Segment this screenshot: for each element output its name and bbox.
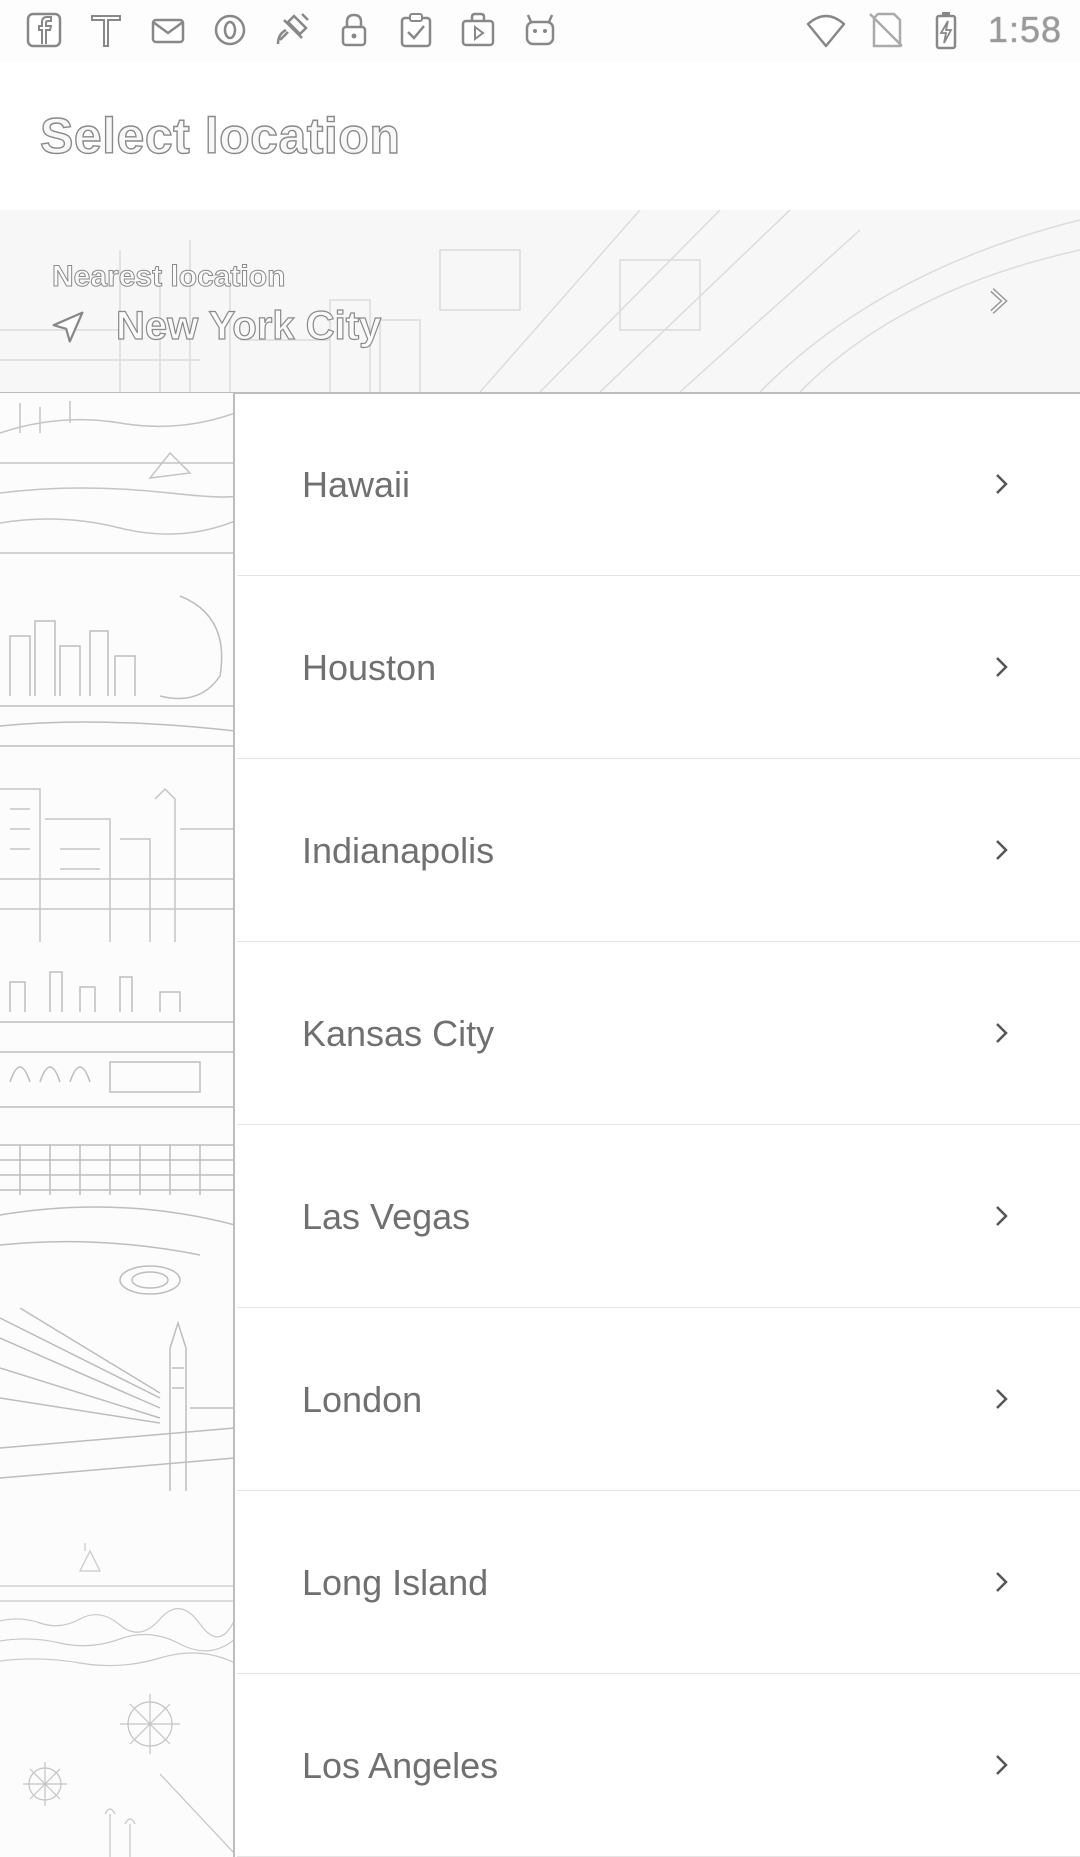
location-name: Los Angeles: [302, 1745, 499, 1786]
location-item-kansas-city[interactable]: Kansas City: [0, 942, 1080, 1125]
lock-icon: [332, 6, 376, 54]
location-thumbnail: [0, 759, 235, 942]
chevron-right-icon: [996, 1389, 1008, 1409]
location-list: Hawaii Houston Indianapolis Kansas City …: [0, 393, 1080, 1857]
location-item-houston[interactable]: Houston: [0, 576, 1080, 759]
battery-charging-icon: [924, 6, 968, 54]
chevron-right-icon: [996, 840, 1008, 860]
notification-icons: [22, 6, 562, 54]
location-thumbnail: [0, 1674, 235, 1857]
page-title: Select location: [39, 107, 401, 164]
wifi-icon: [804, 6, 848, 54]
location-name: Long Island: [302, 1562, 489, 1603]
location-thumbnail: [0, 1125, 235, 1308]
location-item-long-island[interactable]: Long Island: [0, 1491, 1080, 1674]
mail-icon: [146, 6, 190, 54]
clipboard-check-icon: [394, 6, 438, 54]
nearest-city-name: New York City: [115, 303, 382, 348]
location-thumbnail: [0, 393, 235, 576]
satellite-icon: [270, 6, 314, 54]
location-name: Indianapolis: [302, 830, 495, 871]
chevron-right-icon: [996, 1023, 1008, 1043]
location-item-las-vegas[interactable]: Las Vegas: [0, 1125, 1080, 1308]
location-item-hawaii[interactable]: Hawaii: [0, 393, 1080, 576]
chevron-right-icon: [996, 1206, 1008, 1226]
system-icons: 1:58: [804, 6, 1062, 54]
location-thumbnail: [0, 1491, 235, 1674]
location-name: London: [302, 1379, 423, 1420]
location-item-london[interactable]: London: [0, 1308, 1080, 1491]
location-name: Las Vegas: [302, 1196, 471, 1237]
clock-time: 1:58: [987, 9, 1062, 50]
no-sim-icon: [864, 6, 908, 54]
location-name: Houston: [302, 647, 437, 688]
text-t-icon: [84, 6, 128, 54]
play-bag-icon: [456, 6, 500, 54]
circle-o-icon: [208, 6, 252, 54]
chevron-right-icon: [996, 1755, 1008, 1775]
chevron-right-icon: [996, 657, 1008, 677]
location-item-los-angeles[interactable]: Los Angeles: [0, 1674, 1080, 1857]
status-bar: 1:58: [0, 0, 1080, 63]
nearest-city-row: New York City: [50, 303, 382, 349]
chevron-right-icon: [996, 474, 1008, 494]
chevron-right-icon: [990, 288, 1008, 314]
nearest-location-card[interactable]: Nearest location New York City: [0, 210, 1080, 394]
location-thumbnail: [0, 1308, 235, 1491]
nearest-location-label: Nearest location: [51, 260, 286, 294]
location-name: Kansas City: [302, 1013, 495, 1054]
nearest-location-background: [0, 210, 1080, 392]
location-name: Hawaii: [302, 464, 411, 505]
location-item-indianapolis[interactable]: Indianapolis: [0, 759, 1080, 942]
location-thumbnail: [0, 576, 235, 759]
location-arrow-icon: [52, 310, 84, 343]
facebook-icon: [22, 6, 66, 54]
chevron-right-icon: [996, 1572, 1008, 1592]
location-thumbnail: [0, 942, 235, 1125]
android-icon: [518, 6, 562, 54]
app-bar: Select location: [0, 62, 1080, 211]
